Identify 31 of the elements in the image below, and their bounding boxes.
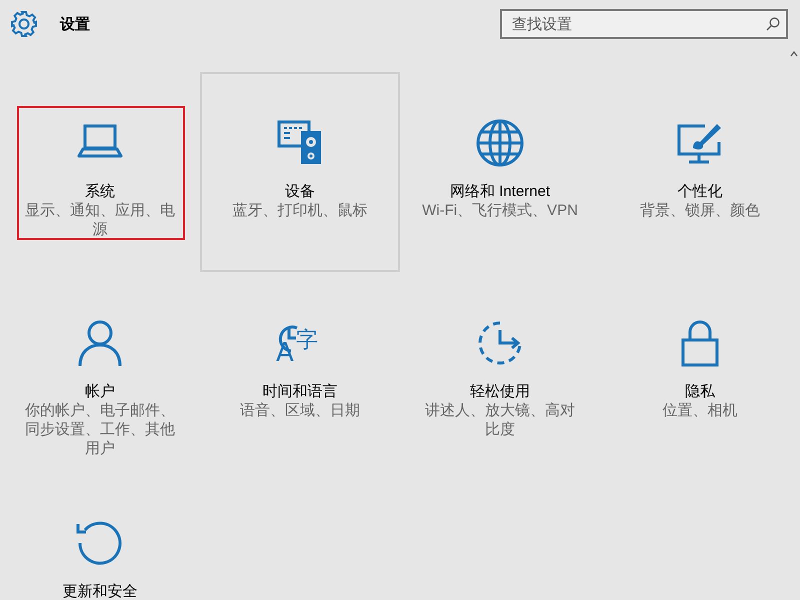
settings-tile[interactable]: 系统 显示、通知、应用、电源 <box>0 72 200 272</box>
settings-tile[interactable]: 网络和 Internet Wi-Fi、飞行模式、VPN <box>400 72 600 272</box>
tile-description: Wi-Fi、飞行模式、VPN <box>421 201 579 220</box>
tile-description: 语音、区域、日期 <box>239 401 361 420</box>
settings-tile[interactable]: 个性化 背景、锁屏、颜色 <box>600 72 800 272</box>
tile-title: 帐户 <box>85 382 115 401</box>
settings-tile[interactable]: 设备 蓝牙、打印机、鼠标 <box>200 72 400 272</box>
tile-title: 更新和安全 <box>62 582 138 600</box>
tile-title: 时间和语言 <box>262 382 338 401</box>
search-field[interactable]: 查找设置 <box>500 9 788 39</box>
tile-description: 蓝牙、打印机、鼠标 <box>232 201 368 220</box>
settings-tile[interactable]: 轻松使用 讲述人、放大镜、高对比度 <box>400 272 600 472</box>
tile-title: 轻松使用 <box>470 382 530 401</box>
settings-tile[interactable]: 隐私 位置、相机 <box>600 272 800 472</box>
tile-description: 你的帐户、电子邮件、同步设置、工作、其他用户 <box>24 401 176 458</box>
tile-title: 设备 <box>285 182 315 201</box>
icon-letter: 字 <box>296 330 318 352</box>
settings-tile[interactable]: 帐户 你的帐户、电子邮件、同步设置、工作、其他用户 <box>0 272 200 472</box>
search-icon <box>766 17 780 31</box>
page-title: 设置 <box>60 14 90 34</box>
tile-description: 显示、通知、应用、电源 <box>24 201 176 239</box>
tile-description: 背景、锁屏、颜色 <box>639 201 761 220</box>
tile-title: 隐私 <box>685 382 715 401</box>
tile-description: 位置、相机 <box>662 401 738 420</box>
tile-title: 系统 <box>85 182 115 201</box>
tile-title: 个性化 <box>678 182 722 201</box>
settings-icon <box>10 10 38 38</box>
globe-icon <box>475 118 525 168</box>
tile-description: 讲述人、放大镜、高对比度 <box>424 401 576 439</box>
settings-tile[interactable]: 更新和安全 <box>0 472 200 600</box>
tile-title: 网络和 Internet <box>450 182 550 201</box>
